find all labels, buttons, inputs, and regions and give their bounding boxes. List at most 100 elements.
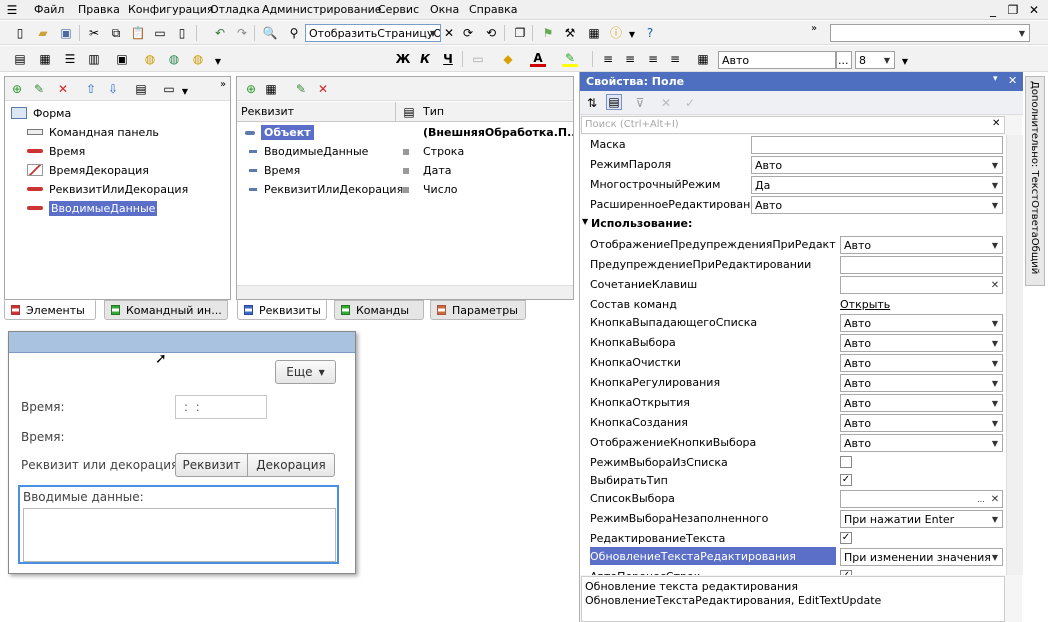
globe2-icon[interactable]: ◍ [166,51,182,67]
property-input[interactable] [840,256,1003,274]
property-row[interactable]: КнопкаВыпадающегоСписка Авто ▼ [580,313,1004,333]
property-row[interactable]: КнопкаОткрытия Авто ▼ [580,393,1004,413]
property-row[interactable]: РежимПароля Авто ▼ [580,155,1004,175]
input-data-group[interactable]: Вводимые данные: [18,485,339,564]
align-right-icon[interactable]: ≡ [645,51,661,67]
cut-icon[interactable]: ✂ [86,25,102,41]
ellipsis-icon[interactable]: ... [974,491,988,507]
tab-commands[interactable]: Команды [334,300,424,320]
property-select[interactable]: Авто ▼ [840,314,1003,332]
debug-icon[interactable]: ⚑ [540,25,556,41]
find-icon[interactable]: ▯ [174,25,190,41]
property-row[interactable]: ВыбиратьТип ✓ [580,471,1004,491]
chevron-down-icon[interactable]: ▼ [988,355,1002,371]
window-icon[interactable]: ❐ [512,25,528,41]
property-row[interactable]: КнопкаРегулирования Авто ▼ [580,373,1004,393]
form-view-icon[interactable]: ▭ [161,81,177,97]
attribute-button[interactable]: Реквизит [175,453,248,477]
search-icon[interactable]: ⚲ [286,25,302,41]
property-select[interactable]: Авто ▼ [840,414,1003,432]
close-icon[interactable]: ✕ [1026,2,1042,18]
highlight-icon[interactable]: ✎ [562,51,578,67]
table-icon[interactable]: ▥ [86,51,102,67]
align-left-icon[interactable]: ≡ [600,51,616,67]
chevron-down-icon[interactable]: ▼ [988,549,1002,565]
menu-edit[interactable]: Правка [78,3,120,16]
chevron-down-icon[interactable]: ▼ [988,197,1002,213]
menu-config[interactable]: Конфигурация [128,3,214,16]
font-size-combo[interactable]: 8 ▼ [855,51,895,69]
categories-icon[interactable]: ▤ [606,94,622,110]
font-name-combo[interactable]: Авто [718,51,836,69]
app-menu-icon[interactable]: ☰ [4,2,20,18]
tree-item-input-data[interactable]: ВводимыеДанные [27,199,158,217]
chevron-down-icon[interactable]: ▼ [988,395,1002,411]
clear-icon[interactable]: ✕ [441,25,457,41]
table-row[interactable]: Время Дата [237,162,573,180]
tab-command-interface[interactable]: Командный ин... [104,300,228,320]
property-input[interactable] [751,136,1003,154]
list-icon[interactable]: ☰ [62,51,78,67]
menu-windows[interactable]: Окна [430,3,459,16]
property-row[interactable]: КнопкаВыбора Авто ▼ [580,333,1004,353]
property-row[interactable]: РежимВыбораИзСписка [580,453,1004,473]
tools-icon[interactable]: ⚒ [562,25,578,41]
side-tab-additional[interactable]: Дополнительно: ТекстОтветаОбщий [1025,76,1045,286]
chevron-down-icon[interactable]: ▼ [880,52,894,68]
input-data-textarea[interactable] [23,508,336,562]
move-up-icon[interactable]: ⇧ [83,81,99,97]
page-combo[interactable]: ОтобразитьСтраницуО ▼ [305,24,441,42]
properties-scrollbar[interactable] [1006,135,1023,575]
property-select[interactable]: Авто ▼ [840,354,1003,372]
property-select[interactable]: Авто ▼ [840,334,1003,352]
form-icon[interactable]: ▦ [37,51,53,67]
globe3-icon[interactable]: ◍ [190,51,206,67]
minimize-icon[interactable]: _ [985,2,1001,18]
bold-icon[interactable]: Ж [395,51,411,67]
property-checkbox[interactable]: ✓ [840,474,852,486]
move-down-icon[interactable]: ⇩ [105,81,121,97]
property-checkbox[interactable] [840,456,852,468]
new-icon[interactable]: ▯ [12,25,28,41]
property-row[interactable]: МногострочныйРежим Да ▼ [580,175,1004,195]
property-row[interactable]: КнопкаСоздания Авто ▼ [580,413,1004,433]
clear-icon[interactable]: ✕ [988,491,1002,507]
property-row[interactable]: Состав команд Открыть [580,295,1004,315]
chevron-down-icon[interactable]: ▼ [988,237,1002,253]
restore-icon[interactable]: ❐ [1005,2,1021,18]
decoration-button[interactable]: Декорация [247,453,335,477]
form-preview-titlebar[interactable] [9,332,355,353]
pin-icon[interactable]: ▾ [993,74,998,84]
property-select[interactable]: Авто ▼ [840,236,1003,254]
property-row[interactable]: Маска [580,135,1004,155]
overflow-icon[interactable]: » [215,77,231,93]
property-select[interactable]: Авто ▼ [751,156,1003,174]
menu-service[interactable]: Сервис [378,3,419,16]
font-color-icon[interactable]: A [530,51,546,67]
close-icon[interactable]: ✕ [1008,74,1017,87]
chevron-down-icon[interactable]: ▼ [1015,25,1029,41]
calc-icon[interactable]: ▦ [586,25,602,41]
align-justify-icon[interactable]: ≡ [667,51,683,67]
doc-icon[interactable]: ▤ [12,51,28,67]
chevron-down-icon[interactable]: ▼ [988,315,1002,331]
property-select[interactable]: Авто ▼ [840,394,1003,412]
tree-item-time-decoration[interactable]: ВремяДекорация [27,161,149,179]
time-input[interactable]: : : [175,395,267,419]
chevron-down-icon[interactable]: ▼ [426,25,440,41]
tab-attributes[interactable]: Реквизиты [237,300,327,320]
tab-elements[interactable]: Элементы [4,300,96,320]
chevron-down-icon[interactable]: ▼ [177,84,193,100]
font-name-more[interactable]: ... [836,51,852,69]
edit-icon[interactable]: ✎ [293,81,309,97]
property-row[interactable]: КнопкаОчистки Авто ▼ [580,353,1004,373]
find-next-icon[interactable]: ⟳ [460,25,476,41]
tree-item-command-panel[interactable]: Командная панель [27,123,159,141]
property-row[interactable]: СочетаниеКлавиш ✕ [580,275,1004,295]
tree-item-attr-or-decor[interactable]: РеквизитИлиДекорация [27,180,188,198]
delete-icon[interactable]: ✕ [55,81,71,97]
property-row[interactable]: ПредупреждениеПриРедактировании [580,255,1004,275]
tree-settings-icon[interactable]: ▤ [133,81,149,97]
more-icon[interactable]: ▼ [210,54,226,70]
format-icon[interactable]: ▦ [695,51,711,67]
